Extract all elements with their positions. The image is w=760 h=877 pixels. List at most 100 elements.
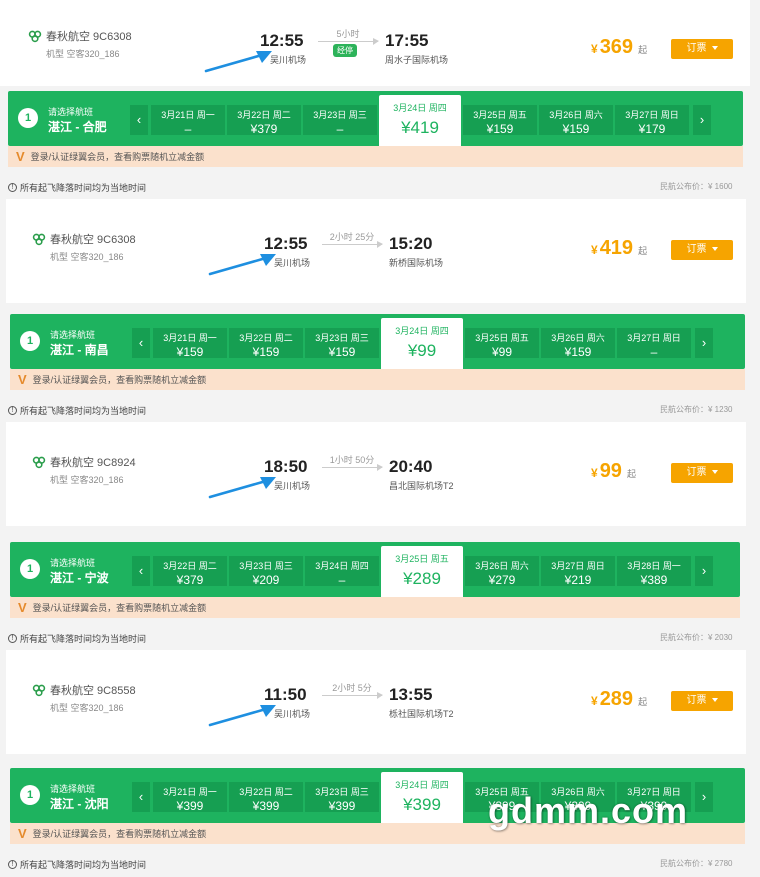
date-tab[interactable]: 3月27日 周日 ¥179 bbox=[615, 105, 689, 136]
arrival-airport: 新桥国际机场 bbox=[389, 258, 444, 268]
departure-airport: 吴川机场 bbox=[274, 258, 311, 268]
next-date-button[interactable]: › bbox=[695, 328, 713, 358]
spring-airlines-logo-icon bbox=[32, 455, 46, 469]
flight-duration: 5小时 bbox=[336, 29, 360, 39]
date-tab-date: 3月27日 周日 bbox=[627, 333, 681, 343]
prev-date-button[interactable]: ‹ bbox=[132, 556, 150, 586]
date-tab[interactable]: 3月22日 周二 ¥159 bbox=[229, 328, 303, 359]
price-from-label: 起 bbox=[638, 246, 648, 256]
flight-card[interactable]: 春秋航空 9C6308 机型 空客320_186 12:55 吴川机场 5小时 经停 17:… bbox=[0, 0, 750, 86]
date-tab[interactable]: 3月22日 周二 ¥379 bbox=[153, 556, 227, 587]
route-line bbox=[322, 464, 383, 471]
member-discount-text: 登录/认证绿翼会员，查看购票随机立减金额 bbox=[32, 603, 207, 613]
date-tab-price: ¥159 bbox=[328, 345, 356, 359]
flight-card[interactable]: 春秋航空 9C8558 机型 空客320_186 11:50 吴川机场 2小时 5分 13… bbox=[6, 650, 746, 754]
date-tab[interactable]: 3月26日 周六 ¥159 bbox=[541, 328, 615, 359]
date-selector-bar: 1 请选择航班 湛江 - 南昌 ‹ 3月21日 周一 ¥159 3月22日 周二 ¥159 3月… bbox=[10, 314, 745, 369]
date-tab-price: ¥179 bbox=[638, 122, 666, 136]
date-tab-date: 3月24日 周四 bbox=[393, 103, 447, 113]
member-discount-banner[interactable]: V 登录/认证绿翼会员，查看购票随机立减金额 bbox=[10, 369, 745, 390]
date-tab-selected[interactable]: 3月24日 周四 ¥419 bbox=[379, 95, 461, 146]
date-tab-date: 3月25日 周五 bbox=[395, 554, 449, 564]
info-icon: ! bbox=[8, 183, 17, 192]
member-discount-banner[interactable]: V 登录/认证绿翼会员，查看购票随机立减金额 bbox=[10, 597, 740, 618]
book-button[interactable]: 订票 bbox=[671, 39, 733, 59]
date-tab-price: ¥159 bbox=[564, 345, 592, 359]
date-tab-selected[interactable]: 3月24日 周四 ¥99 bbox=[381, 318, 463, 369]
flight-duration: 2小时 25分 bbox=[329, 232, 375, 242]
arrival-time: 13:55 bbox=[389, 685, 433, 704]
segment-number: 1 bbox=[20, 331, 40, 351]
segment-number: 1 bbox=[20, 559, 40, 579]
date-tab[interactable]: 3月23日 周三 ¥209 bbox=[229, 556, 303, 587]
airline-label: 春秋航空 9C6308 bbox=[46, 31, 132, 43]
date-tab-price: ¥159 bbox=[252, 345, 280, 359]
date-tab-selected[interactable]: 3月24日 周四 ¥399 bbox=[381, 772, 463, 823]
flight-card[interactable]: 春秋航空 9C8924 机型 空客320_186 18:50 吴川机场 1小时 50分 2… bbox=[6, 422, 746, 526]
book-button[interactable]: 订票 bbox=[671, 240, 733, 260]
chevron-down-icon bbox=[711, 46, 718, 51]
member-discount-banner[interactable]: V 登录/认证绿翼会员，查看购票随机立减金额 bbox=[8, 146, 743, 167]
local-time-note: ! 所有起飞降落时间均为当地时间 bbox=[8, 858, 146, 871]
spring-airlines-logo-icon bbox=[32, 232, 46, 246]
date-selector-bar: 1 请选择航班 湛江 - 合肥 ‹ 3月21日 周一 – 3月22日 周二 ¥379 3月23日… bbox=[8, 91, 743, 146]
date-tab[interactable]: 3月25日 周五 ¥159 bbox=[463, 105, 537, 136]
departure-airport: 吴川机场 bbox=[274, 481, 311, 491]
local-time-note: ! 所有起飞降落时间均为当地时间 bbox=[8, 632, 146, 645]
date-tab[interactable]: 3月22日 周二 ¥399 bbox=[229, 782, 303, 813]
departure-airport: 吴川机场 bbox=[270, 55, 307, 65]
date-tab[interactable]: 3月28日 周一 ¥389 bbox=[617, 556, 691, 587]
segment-number: 1 bbox=[20, 785, 40, 805]
chevron-down-icon bbox=[711, 470, 718, 475]
next-date-button[interactable]: › bbox=[693, 105, 711, 135]
local-time-note: ! 所有起飞降落时间均为当地时间 bbox=[8, 181, 146, 194]
date-tab[interactable]: 3月21日 周一 – bbox=[151, 105, 225, 136]
date-tab-date: 3月28日 周一 bbox=[627, 561, 681, 571]
date-tab[interactable]: 3月27日 周日 – bbox=[617, 328, 691, 359]
book-button[interactable]: 订票 bbox=[671, 463, 733, 483]
chevron-down-icon bbox=[711, 247, 718, 252]
date-tab[interactable]: 3月24日 周四 – bbox=[305, 556, 379, 587]
prev-date-button[interactable]: ‹ bbox=[132, 782, 150, 812]
date-tab[interactable]: 3月23日 周三 – bbox=[303, 105, 377, 136]
date-tab-price: ¥399 bbox=[403, 795, 441, 814]
date-tab[interactable]: 3月25日 周五 ¥99 bbox=[465, 328, 539, 359]
date-tab-price: ¥289 bbox=[403, 569, 441, 588]
choose-flight-label: 请选择航班 bbox=[50, 558, 96, 568]
date-tab-price: ¥419 bbox=[401, 118, 439, 137]
date-tab[interactable]: 3月23日 周三 ¥159 bbox=[305, 328, 379, 359]
date-tab[interactable]: 3月21日 周一 ¥159 bbox=[153, 328, 227, 359]
flight-card[interactable]: 春秋航空 9C6308 机型 空客320_186 12:55 吴川机场 2小时 25分 1… bbox=[6, 199, 746, 303]
next-date-button[interactable]: › bbox=[695, 556, 713, 586]
blue-arrow-annotation-icon bbox=[204, 47, 274, 80]
date-tab[interactable]: 3月22日 周二 ¥379 bbox=[227, 105, 301, 136]
date-tab[interactable]: 3月21日 周一 ¥399 bbox=[153, 782, 227, 813]
date-tab-price: – bbox=[336, 122, 344, 136]
flight-duration: 1小时 50分 bbox=[329, 455, 375, 465]
date-tab[interactable]: 3月27日 周日 ¥219 bbox=[541, 556, 615, 587]
date-tab-price: ¥159 bbox=[562, 122, 590, 136]
book-button[interactable]: 订票 bbox=[671, 691, 733, 711]
date-tab-selected[interactable]: 3月25日 周五 ¥289 bbox=[381, 546, 463, 597]
date-tab[interactable]: 3月26日 周六 ¥159 bbox=[539, 105, 613, 136]
blue-arrow-annotation-icon bbox=[208, 250, 278, 283]
airline-label: 春秋航空 9C8558 bbox=[50, 685, 136, 697]
prev-date-button[interactable]: ‹ bbox=[130, 105, 148, 135]
date-tab-date: 3月26日 周六 bbox=[549, 110, 603, 120]
prev-date-button[interactable]: ‹ bbox=[132, 328, 150, 358]
next-date-button[interactable]: › bbox=[695, 782, 713, 812]
aircraft-type: 机型 空客320_186 bbox=[50, 475, 124, 485]
price-value: 289 bbox=[599, 688, 634, 710]
date-tab-date: 3月24日 周四 bbox=[395, 326, 449, 336]
v-icon: V bbox=[18, 826, 27, 841]
date-tab-price: ¥219 bbox=[564, 573, 592, 587]
published-fare: 民航公布价：¥ 2030 bbox=[660, 633, 733, 642]
route-title: 湛江 - 宁波 bbox=[50, 571, 109, 585]
arrival-time: 20:40 bbox=[389, 457, 433, 476]
v-icon: V bbox=[18, 372, 27, 387]
info-icon: ! bbox=[8, 406, 17, 415]
date-tab[interactable]: 3月26日 周六 ¥279 bbox=[465, 556, 539, 587]
date-tab[interactable]: 3月23日 周三 ¥399 bbox=[305, 782, 379, 813]
arrival-time: 15:20 bbox=[389, 234, 433, 253]
date-tab-date: 3月26日 周六 bbox=[551, 333, 605, 343]
